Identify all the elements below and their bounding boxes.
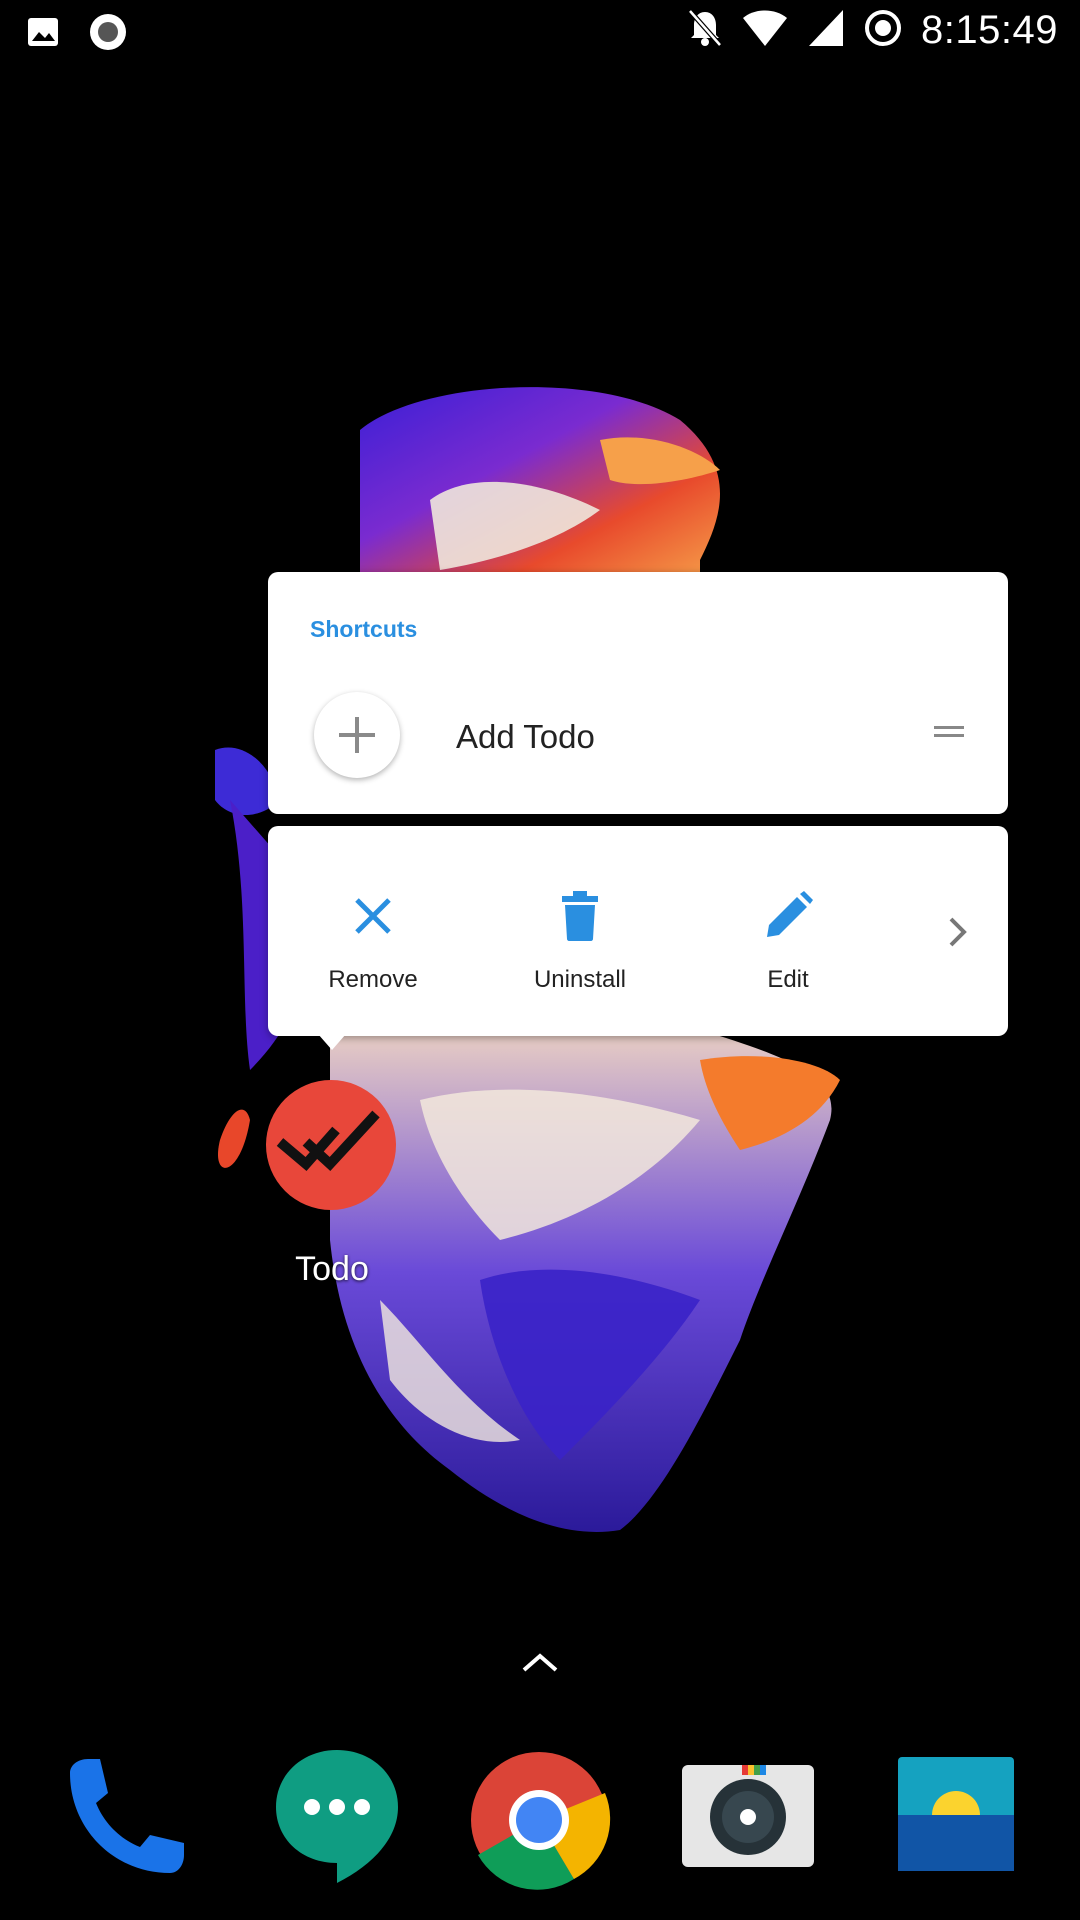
shortcut-label: Add Todo	[456, 718, 595, 755]
camera-icon	[682, 1765, 814, 1867]
chrome-icon	[471, 1752, 611, 1890]
plus-icon	[314, 692, 400, 778]
status-bar: 8:15:49	[0, 0, 1080, 64]
wifi-icon	[741, 8, 789, 53]
record-notification-icon	[88, 12, 128, 57]
chat-bubble-icon	[276, 1750, 398, 1883]
close-icon	[293, 886, 453, 946]
pencil-icon	[708, 886, 868, 946]
app-actions-panel: Remove Uninstall Edit	[268, 826, 1008, 1036]
shortcuts-title: Shortcuts	[310, 616, 418, 642]
phone-icon	[70, 1759, 184, 1873]
drag-handle-icon[interactable]	[934, 724, 964, 745]
todo-app-label: Todo	[295, 1250, 369, 1288]
popup-pointer	[318, 1034, 346, 1050]
chrome-app[interactable]	[464, 1745, 614, 1895]
home-screen: 8:15:49 Shortcuts Add Todo Remove Uninst…	[0, 0, 1080, 1920]
image-notification-icon	[26, 15, 60, 54]
camera-app[interactable]	[672, 1745, 822, 1895]
shortcuts-panel: Shortcuts Add Todo	[268, 572, 1008, 814]
clock: 8:15:49	[921, 8, 1058, 52]
gallery-app[interactable]	[880, 1745, 1030, 1895]
hangouts-app[interactable]	[262, 1745, 412, 1895]
phone-app[interactable]	[48, 1745, 198, 1895]
gallery-icon	[898, 1757, 1014, 1871]
shortcut-add-todo[interactable]: Add Todo	[268, 688, 1008, 788]
todo-app-icon[interactable]	[266, 1080, 396, 1210]
uninstall-label: Uninstall	[533, 966, 627, 993]
edit-label: Edit	[767, 966, 809, 993]
double-check-icon	[276, 1110, 380, 1172]
chevron-right-icon[interactable]	[948, 916, 968, 953]
uninstall-button[interactable]: Uninstall	[500, 886, 660, 994]
remove-label: Remove	[328, 966, 418, 993]
remove-button[interactable]: Remove	[293, 886, 453, 994]
do-not-disturb-icon	[863, 8, 903, 53]
chevron-up-icon[interactable]	[520, 1650, 560, 1679]
edit-button[interactable]: Edit	[708, 886, 868, 994]
notifications-muted-icon	[687, 8, 723, 53]
cell-signal-icon	[807, 8, 845, 53]
trash-icon	[500, 886, 660, 946]
